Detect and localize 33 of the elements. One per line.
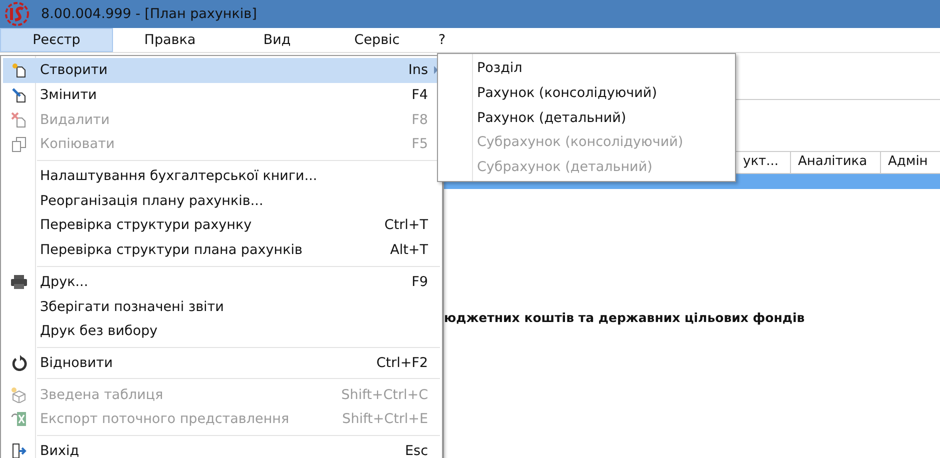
menu-item[interactable]: Налаштування бухгалтерської книги... xyxy=(3,164,440,188)
copy-icon xyxy=(11,136,27,152)
menu-item[interactable]: Рахунок (консолідуючий) xyxy=(440,80,733,106)
menu-bar-item[interactable]: Сервіс xyxy=(327,28,427,52)
menu-bar-item[interactable]: Реєстр xyxy=(0,28,113,52)
menu-bar-item[interactable]: Вид xyxy=(227,28,327,52)
new-document-icon xyxy=(11,62,27,78)
menu-item[interactable]: Відновити Ctrl+F2 xyxy=(3,350,440,376)
cube-icon xyxy=(11,386,27,403)
delete-document-icon xyxy=(11,112,27,128)
menu-bar-item[interactable]: Правка xyxy=(113,28,227,52)
menu-item[interactable]: Реорганізація плану рахунків... xyxy=(3,188,440,214)
menu-item[interactable]: Друк... F9 xyxy=(3,270,440,294)
menu-item[interactable]: Змінити F4 xyxy=(3,82,440,108)
column-header[interactable]: укт... xyxy=(736,152,790,173)
printer-icon xyxy=(10,274,28,290)
section-heading: юджетних коштів та державних цільових фондів xyxy=(444,310,806,325)
menu-bar-item[interactable]: ? xyxy=(427,28,457,52)
app-logo-icon xyxy=(5,2,29,26)
spreadsheet-icon xyxy=(11,411,27,428)
window-title: 8.00.004.999 - [План рахунків] xyxy=(41,6,257,22)
column-header[interactable]: Адмін xyxy=(880,152,940,173)
menu-item[interactable]: Друк без вибору xyxy=(3,318,440,344)
menu-item[interactable]: Рахунок (детальний) xyxy=(440,105,733,130)
menu-item[interactable]: Вихід Esc xyxy=(3,438,440,458)
menu-item[interactable]: Розділ xyxy=(440,56,733,81)
menu-item[interactable]: Перевірка структури плана рахунків Alt+T xyxy=(3,238,440,262)
restore-icon xyxy=(11,354,27,371)
menu-item[interactable]: Створити Ins xyxy=(3,58,440,83)
menu-item[interactable]: Зберігати позначені звіти xyxy=(3,294,440,319)
edit-document-icon xyxy=(11,87,27,104)
column-header[interactable]: Аналітика xyxy=(790,152,880,173)
menu-item[interactable]: Перевірка структури рахунку Ctrl+T xyxy=(3,213,440,238)
